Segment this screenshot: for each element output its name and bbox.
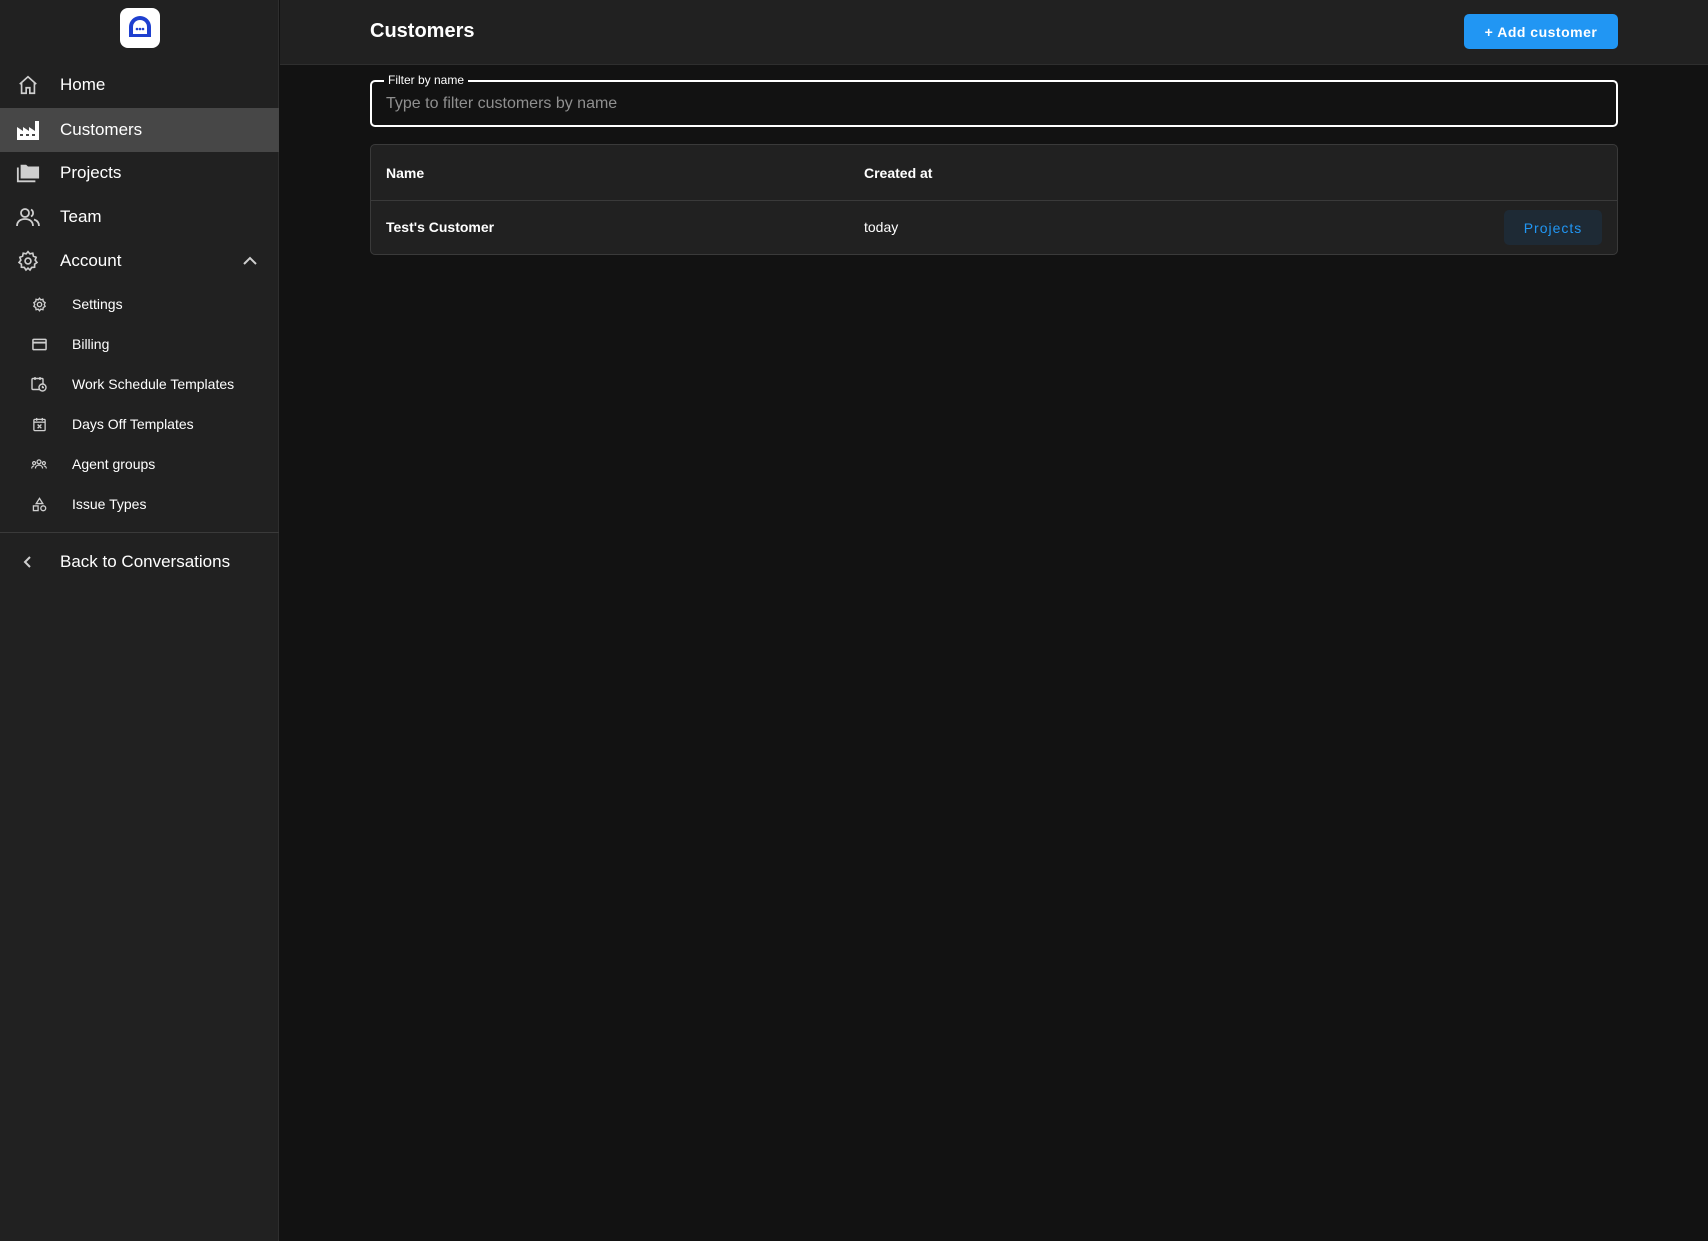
- page-title: Customers: [370, 20, 475, 42]
- chevron-left-icon: [16, 550, 40, 574]
- sidebar-item-team[interactable]: Team: [0, 195, 279, 239]
- sidebar-item-label: Home: [60, 75, 106, 94]
- sidebar-subitem-label: Days Off Templates: [72, 416, 194, 432]
- group-icon: [31, 456, 47, 472]
- sidebar-subitem-issue-types[interactable]: Issue Types: [0, 484, 279, 524]
- back-link-label: Back to Conversations: [60, 552, 231, 571]
- sidebar-item-label: Customers: [60, 120, 143, 139]
- sidebar: Home Customers Projects Team Account Set: [0, 0, 279, 1241]
- filter-field: Filter by name: [370, 73, 1618, 127]
- sidebar-subitem-days-off-templates[interactable]: Days Off Templates: [0, 404, 279, 444]
- customers-table: Name Created at Test's Customer today Pr…: [370, 144, 1618, 255]
- customer-projects-button[interactable]: Projects: [1504, 210, 1602, 245]
- sidebar-item-label: Account: [60, 251, 122, 270]
- page-header: Customers + Add customer: [280, 0, 1708, 65]
- factory-icon: [16, 118, 40, 142]
- sidebar-item-account[interactable]: Account: [0, 239, 279, 283]
- table-row[interactable]: Test's Customer today Projects: [371, 201, 1617, 255]
- cog-icon: [31, 296, 47, 312]
- back-to-conversations-link[interactable]: Back to Conversations: [0, 540, 279, 584]
- shapes-icon: [31, 496, 47, 512]
- chevron-up-icon[interactable]: [241, 252, 259, 270]
- sidebar-subitem-label: Issue Types: [72, 496, 147, 512]
- calendar-x-icon: [31, 416, 47, 432]
- filter-by-name-input[interactable]: [386, 82, 1596, 125]
- sidebar-item-label: Team: [60, 207, 102, 226]
- created-at-cell: today: [864, 219, 899, 235]
- sidebar-divider: [0, 532, 279, 533]
- folders-icon: [16, 161, 40, 185]
- add-customer-button[interactable]: + Add customer: [1464, 14, 1618, 49]
- sidebar-subitem-billing[interactable]: Billing: [0, 324, 279, 364]
- sidebar-subitem-work-schedule-templates[interactable]: Work Schedule Templates: [0, 364, 279, 404]
- people-icon: [16, 205, 40, 229]
- sidebar-item-home[interactable]: Home: [0, 63, 279, 107]
- customer-name-cell: Test's Customer: [386, 219, 495, 235]
- credit-card-icon: [31, 336, 47, 352]
- app-logo[interactable]: [120, 8, 160, 48]
- column-header-created-at[interactable]: Created at: [864, 165, 932, 181]
- gear-icon: [16, 249, 40, 273]
- calendar-clock-icon: [31, 376, 47, 392]
- sidebar-subitem-label: Agent groups: [72, 456, 156, 472]
- column-header-name[interactable]: Name: [386, 165, 424, 181]
- sidebar-item-label: Projects: [60, 163, 122, 182]
- sidebar-subitem-label: Settings: [72, 296, 123, 312]
- chat-logo-icon: [129, 16, 151, 37]
- sidebar-subitem-label: Work Schedule Templates: [72, 376, 235, 392]
- sidebar-subitem-label: Billing: [72, 336, 110, 352]
- sidebar-item-projects[interactable]: Projects: [0, 151, 279, 195]
- table-header: Name Created at: [371, 145, 1617, 201]
- sidebar-item-customers[interactable]: Customers: [0, 108, 279, 152]
- sidebar-subitem-settings[interactable]: Settings: [0, 284, 279, 324]
- sidebar-subitem-agent-groups[interactable]: Agent groups: [0, 444, 279, 484]
- home-icon: [16, 73, 40, 97]
